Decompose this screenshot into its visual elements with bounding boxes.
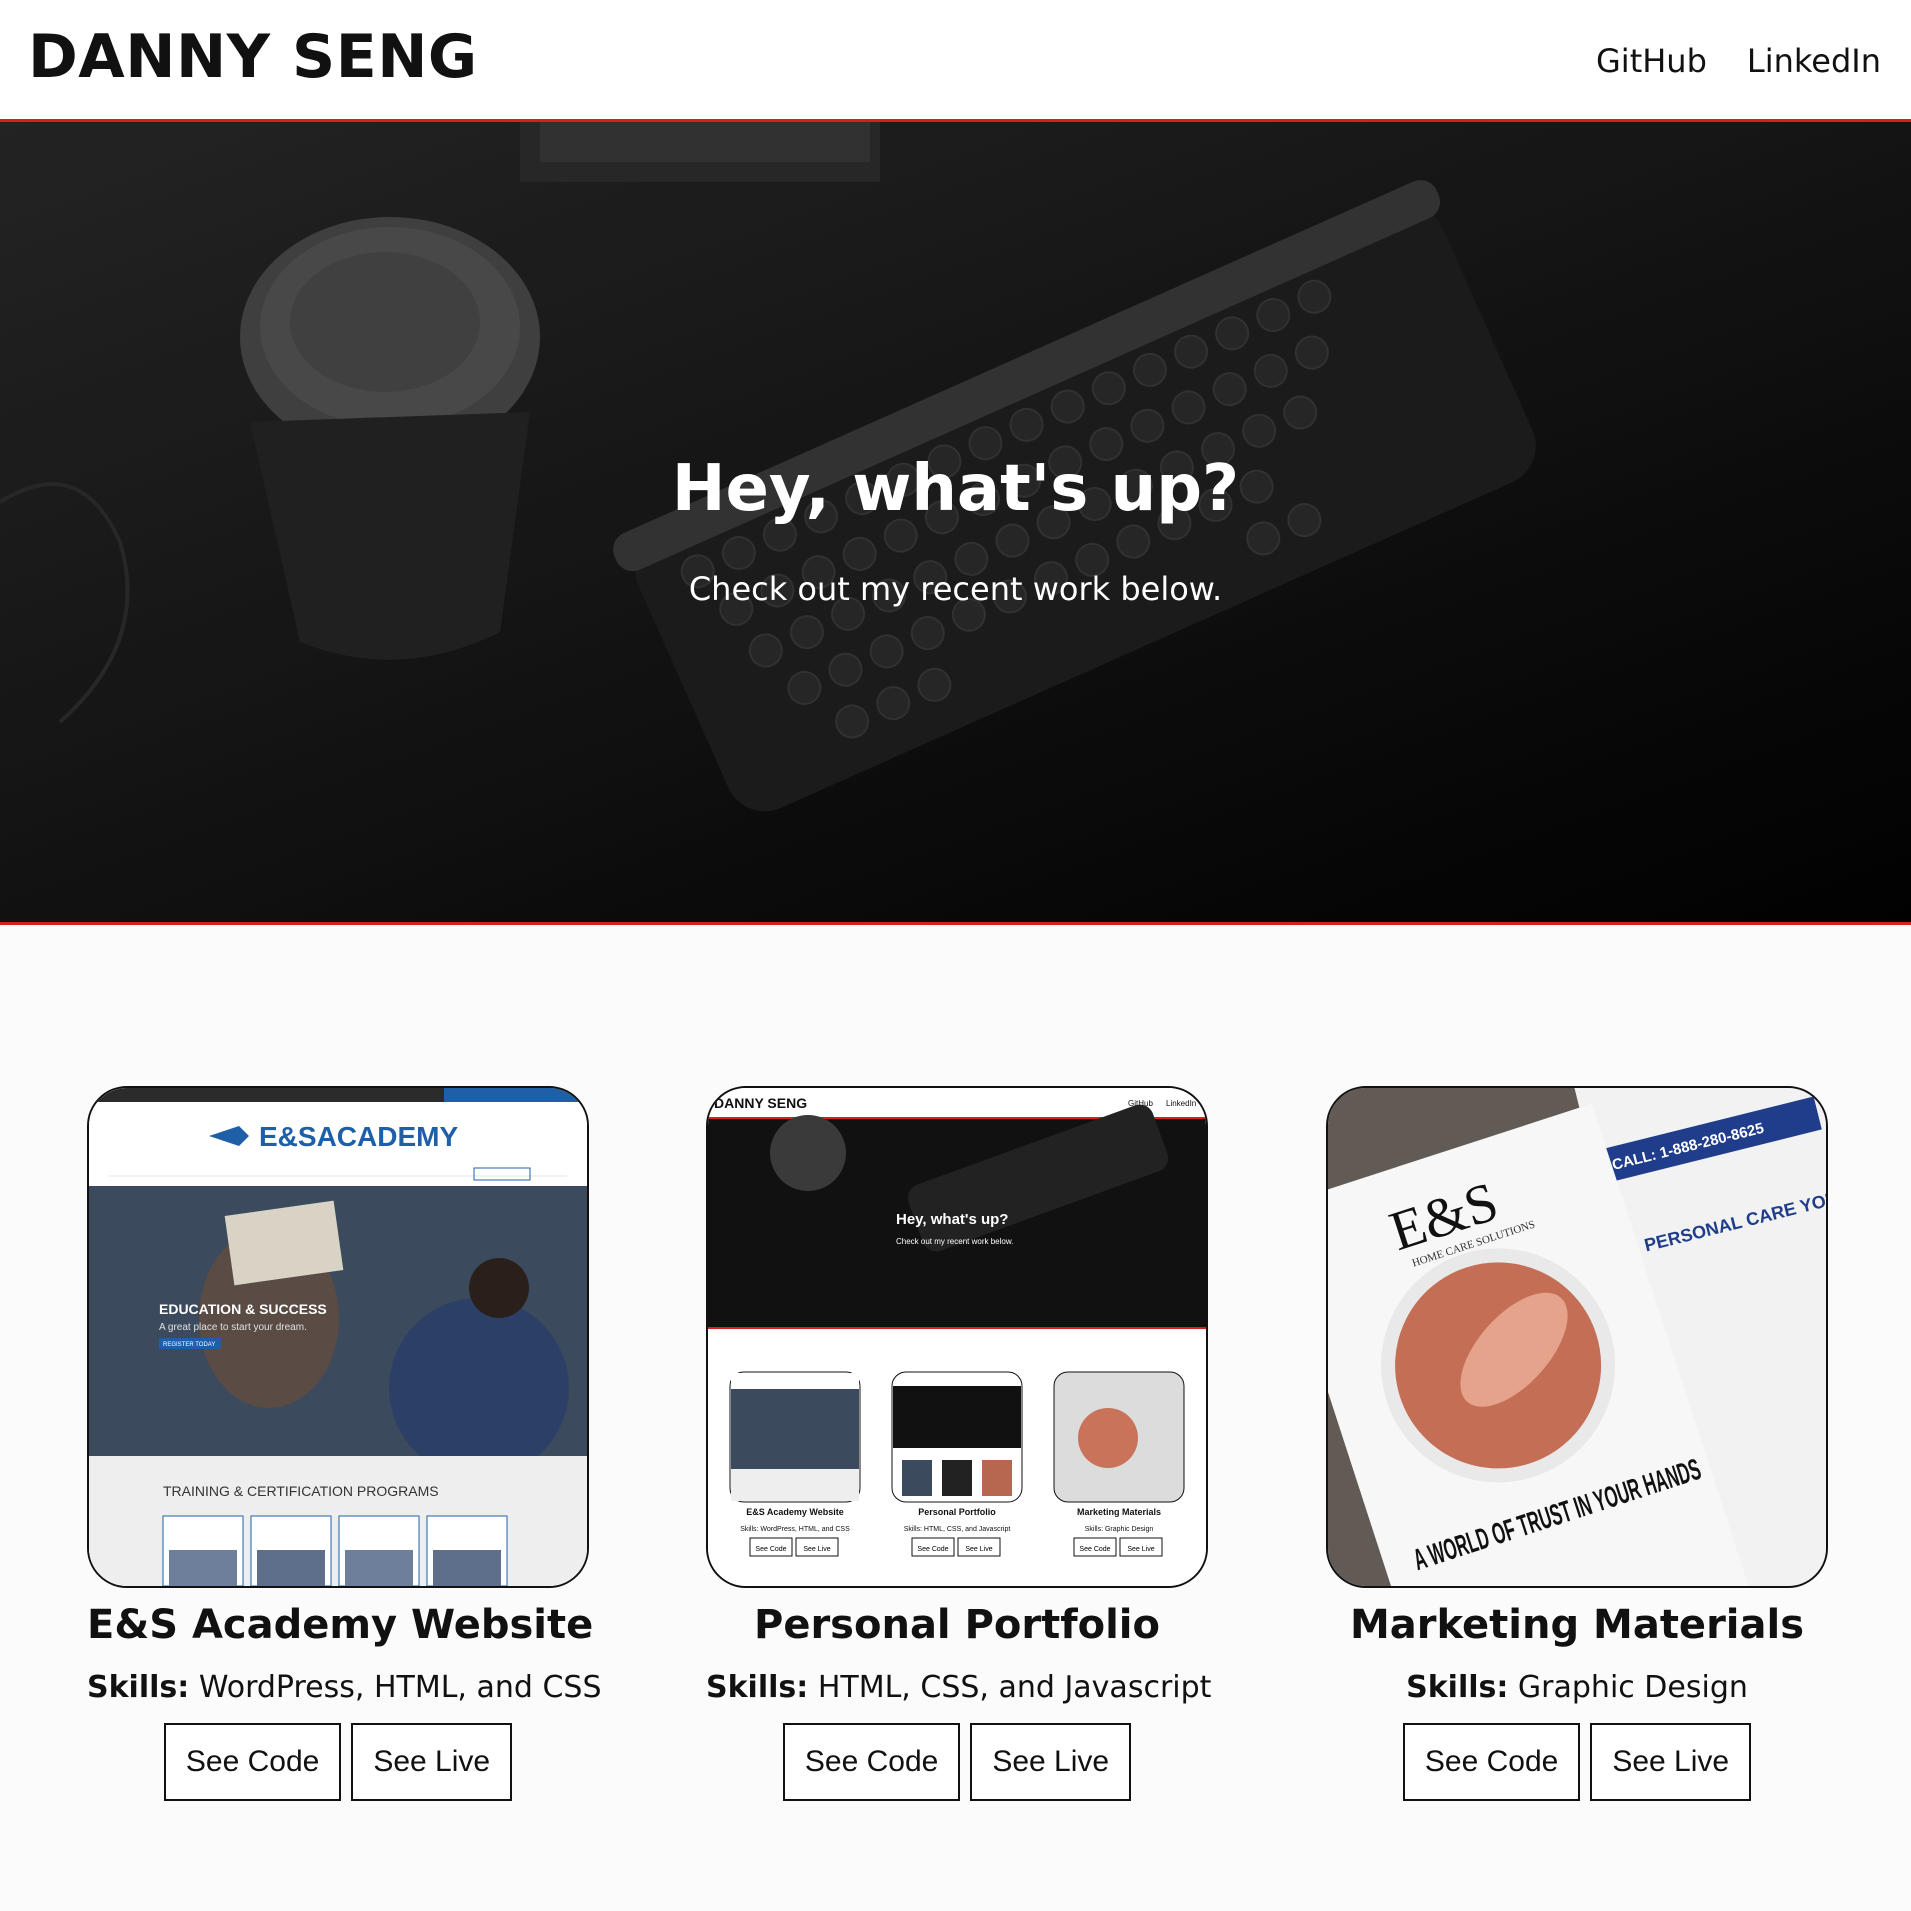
hero-title: Hey, what's up? [671, 452, 1240, 526]
es-academy-cta: REGISTER TODAY [163, 1342, 215, 1348]
portfolio-mini-title: Hey, what's up? [896, 1211, 1008, 1228]
see-live-button[interactable]: See Live [351, 1723, 513, 1801]
portfolio-mini-card2-title: Personal Portfolio [918, 1507, 996, 1517]
es-academy-logo: E&SACADEMY [259, 1121, 458, 1152]
site-brand[interactable]: DANNY SENG [28, 22, 478, 92]
project-thumbnail-es-academy[interactable]: E&SACADEMY EDUCATION & SUCCESS A great p… [87, 1086, 589, 1588]
project-card-marketing-materials: CALL: 1-888-280-8625 PERSONAL CARE YOU C… [1326, 1086, 1828, 1801]
portfolio-mini-card1-code: See Code [755, 1546, 786, 1553]
portfolio-mini-card1-live: See Live [803, 1546, 830, 1553]
portfolio-mini-card2-skills: Skills: HTML, CSS, and Javascript [904, 1526, 1011, 1533]
project-actions: See Code See Live [1326, 1723, 1828, 1801]
see-live-button[interactable]: See Live [970, 1723, 1132, 1801]
portfolio-mini-nav-linkedin: LinkedIn [1166, 1099, 1196, 1108]
see-code-button[interactable]: See Code [782, 1723, 961, 1801]
es-academy-hero-heading: EDUCATION & SUCCESS [159, 1301, 327, 1317]
hero-subtitle: Check out my recent work below. [688, 570, 1223, 608]
portfolio-mini-card3-code: See Code [1079, 1546, 1110, 1553]
skills-label: Skills: [87, 1670, 190, 1705]
project-thumbnail-personal-portfolio[interactable]: DANNY SENG GitHub LinkedIn Hey, what's u… [706, 1086, 1208, 1588]
portfolio-mini-card1-title: E&S Academy Website [746, 1507, 844, 1517]
project-skills: Skills: HTML, CSS, and Javascript [706, 1670, 1211, 1705]
see-code-button[interactable]: See Code [163, 1723, 342, 1801]
skills-label: Skills: [706, 1670, 809, 1705]
project-title: Personal Portfolio [754, 1602, 1160, 1648]
portfolio-mini-card3-live: See Live [1127, 1546, 1154, 1553]
project-title: E&S Academy Website [87, 1602, 594, 1648]
see-code-button[interactable]: See Code [1402, 1723, 1581, 1801]
portfolio-mini-card2-live: See Live [965, 1546, 992, 1553]
top-nav: GitHub LinkedIn [1596, 42, 1881, 80]
site-header: DANNY SENG GitHub LinkedIn [0, 0, 1911, 122]
skills-value: WordPress, HTML, and CSS [198, 1670, 602, 1705]
project-title: Marketing Materials [1349, 1602, 1805, 1648]
skills-value: Graphic Design [1517, 1670, 1748, 1705]
portfolio-mini-card2-code: See Code [917, 1546, 948, 1553]
skills-value: HTML, CSS, and Javascript [817, 1670, 1212, 1705]
portfolio-mini-card3-skills: Skills: Graphic Design [1085, 1526, 1154, 1533]
nav-link-github[interactable]: GitHub [1596, 42, 1707, 80]
project-skills: Skills: Graphic Design [1326, 1670, 1828, 1705]
project-card-es-academy: E&SACADEMY EDUCATION & SUCCESS A great p… [87, 1086, 602, 1801]
es-academy-section-title: TRAINING & CERTIFICATION PROGRAMS [163, 1483, 439, 1499]
portfolio-mini-card1-skills: Skills: WordPress, HTML, and CSS [740, 1526, 850, 1533]
project-actions: See Code See Live [87, 1723, 589, 1801]
es-academy-hero-sub: A great place to start your dream. [159, 1322, 307, 1333]
project-skills: Skills: WordPress, HTML, and CSS [87, 1670, 602, 1705]
portfolio-mini-subtitle: Check out my recent work below. [896, 1237, 1013, 1246]
nav-link-linkedin[interactable]: LinkedIn [1747, 42, 1881, 80]
project-card-personal-portfolio: DANNY SENG GitHub LinkedIn Hey, what's u… [706, 1086, 1211, 1801]
project-actions: See Code See Live [706, 1723, 1208, 1801]
see-live-button[interactable]: See Live [1590, 1723, 1752, 1801]
project-thumbnail-marketing-materials[interactable]: CALL: 1-888-280-8625 PERSONAL CARE YOU C… [1326, 1086, 1828, 1588]
hero-section: Hey, what's up? Check out my recent work… [0, 122, 1911, 925]
portfolio-mini-card3-title: Marketing Materials [1077, 1507, 1161, 1517]
portfolio-mini-brand: DANNY SENG [714, 1095, 807, 1111]
skills-label: Skills: [1406, 1670, 1509, 1705]
